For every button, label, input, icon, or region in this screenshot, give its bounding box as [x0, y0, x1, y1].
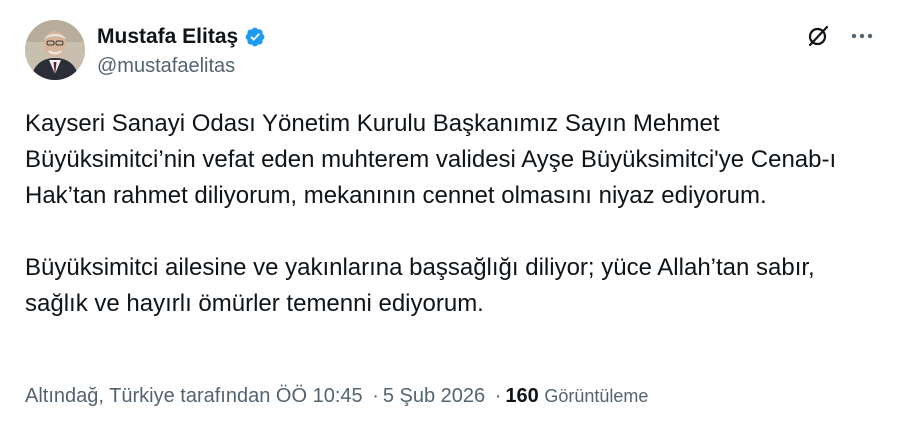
grok-icon[interactable]	[806, 24, 830, 48]
tweet-text: Kayseri Sanayi Odası Yönetim Kurulu Başk…	[25, 106, 875, 322]
meta-separator: ·	[494, 385, 502, 407]
avatar[interactable]	[25, 20, 85, 80]
tweet-location: Altındağ, Türkiye tarafından	[25, 385, 271, 407]
author-block: Mustafa Elitaş @mustafaelitas	[97, 24, 266, 78]
tweet-card: Mustafa Elitaş @mustafaelitas Kayseri Sa…	[0, 0, 900, 438]
verified-badge-icon[interactable]	[244, 26, 266, 48]
tweet-meta: Altındağ, Türkiye tarafından ÖÖ 10:45 · 5…	[25, 382, 648, 410]
tweet-time[interactable]: ÖÖ 10:45	[276, 385, 363, 407]
more-icon[interactable]	[848, 26, 876, 46]
tweet-paragraph: Büyüksimitci ailesine ve yakınlarına baş…	[25, 254, 815, 317]
meta-separator: ·	[372, 385, 379, 407]
tweet-date[interactable]: 5 Şub 2026	[383, 385, 485, 407]
author-display-name[interactable]: Mustafa Elitaş	[97, 24, 238, 50]
author-handle[interactable]: @mustafaelitas	[97, 54, 266, 78]
views-label[interactable]: Görüntüleme	[544, 386, 648, 406]
tweet-paragraph: Kayseri Sanayi Odası Yönetim Kurulu Başk…	[25, 110, 837, 209]
avatar-image	[25, 20, 85, 80]
views-count[interactable]: 160	[505, 385, 538, 407]
name-row: Mustafa Elitaş	[97, 24, 266, 50]
